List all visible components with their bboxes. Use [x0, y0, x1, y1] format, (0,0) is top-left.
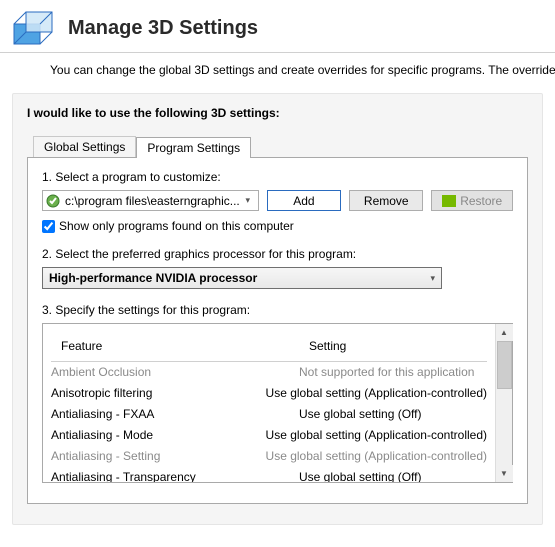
program-icon [45, 193, 61, 209]
settings-row: Ambient OcclusionNot supported for this … [51, 362, 487, 383]
settings-panel: I would like to use the following 3D set… [12, 93, 543, 525]
show-only-checkbox[interactable] [42, 220, 55, 233]
gpu-selected-value: High-performance NVIDIA processor [49, 271, 257, 285]
tab-content: 1. Select a program to customize: c:\pro… [27, 157, 528, 504]
page-title: Manage 3D Settings [68, 17, 258, 40]
settings-row[interactable]: Antialiasing - FXAAUse global setting (O… [51, 404, 487, 425]
scroll-up-button[interactable]: ▲ [496, 324, 513, 341]
settings-row[interactable]: Antialiasing - ModeUse global setting (A… [51, 425, 487, 446]
show-only-checkbox-row[interactable]: Show only programs found on this compute… [42, 219, 513, 233]
setting-cell: Use global setting (Application-controll… [266, 425, 487, 446]
setting-cell: Use global setting (Off) [299, 467, 487, 482]
program-select-dropdown[interactable]: c:\program files\easterngraphic... ▾ [42, 190, 259, 211]
tab-global-settings[interactable]: Global Settings [33, 136, 136, 157]
restore-button[interactable]: Restore [431, 190, 513, 211]
remove-button[interactable]: Remove [349, 190, 423, 211]
feature-cell: Antialiasing - Mode [51, 425, 266, 446]
settings-row[interactable]: Antialiasing - TransparencyUse global se… [51, 467, 487, 482]
step1-label: 1. Select a program to customize: [42, 170, 513, 184]
column-setting-header: Setting [309, 336, 477, 357]
tab-program-settings[interactable]: Program Settings [136, 137, 251, 158]
restore-button-label: Restore [460, 194, 502, 208]
chevron-down-icon: ▾ [430, 273, 435, 284]
setting-cell: Use global setting (Application-controll… [266, 383, 487, 404]
settings-3d-icon [10, 8, 58, 48]
step3-label: 3. Specify the settings for this program… [42, 303, 513, 317]
settings-row[interactable]: Anisotropic filteringUse global setting … [51, 383, 487, 404]
step-2: 2. Select the preferred graphics process… [42, 247, 513, 289]
feature-cell: Antialiasing - Transparency [51, 467, 299, 482]
feature-cell: Antialiasing - Setting [51, 446, 266, 467]
panel-heading: I would like to use the following 3D set… [27, 106, 528, 120]
settings-header-row: Feature Setting [51, 328, 487, 362]
step-1: 1. Select a program to customize: c:\pro… [42, 170, 513, 233]
intro-text: You can change the global 3D settings an… [0, 53, 555, 77]
program-path-text: c:\program files\easterngraphic... [65, 194, 240, 208]
tab-strip: Global Settings Program Settings [33, 136, 528, 157]
feature-cell: Antialiasing - FXAA [51, 404, 299, 425]
settings-row: Antialiasing - SettingUse global setting… [51, 446, 487, 467]
nvidia-logo-icon [442, 195, 456, 207]
feature-cell: Anisotropic filtering [51, 383, 266, 404]
column-feature-header: Feature [61, 336, 309, 357]
add-button[interactable]: Add [267, 190, 341, 211]
feature-cell: Ambient Occlusion [51, 362, 299, 383]
vertical-scrollbar[interactable]: ▲ ▼ [495, 324, 512, 482]
gpu-select-dropdown[interactable]: High-performance NVIDIA processor ▾ [42, 267, 442, 289]
scroll-thumb[interactable] [497, 341, 512, 389]
setting-cell: Use global setting (Application-controll… [266, 446, 487, 467]
setting-cell: Use global setting (Off) [299, 404, 487, 425]
settings-list-box: Feature Setting Ambient OcclusionNot sup… [42, 323, 513, 483]
show-only-label: Show only programs found on this compute… [59, 219, 294, 233]
setting-cell: Not supported for this application [299, 362, 487, 383]
page-header: Manage 3D Settings [0, 0, 555, 53]
scroll-down-button[interactable]: ▼ [496, 465, 513, 482]
settings-list[interactable]: Feature Setting Ambient OcclusionNot sup… [43, 324, 495, 482]
chevron-down-icon: ▾ [240, 195, 256, 206]
step-3: 3. Specify the settings for this program… [42, 303, 513, 483]
step2-label: 2. Select the preferred graphics process… [42, 247, 513, 261]
